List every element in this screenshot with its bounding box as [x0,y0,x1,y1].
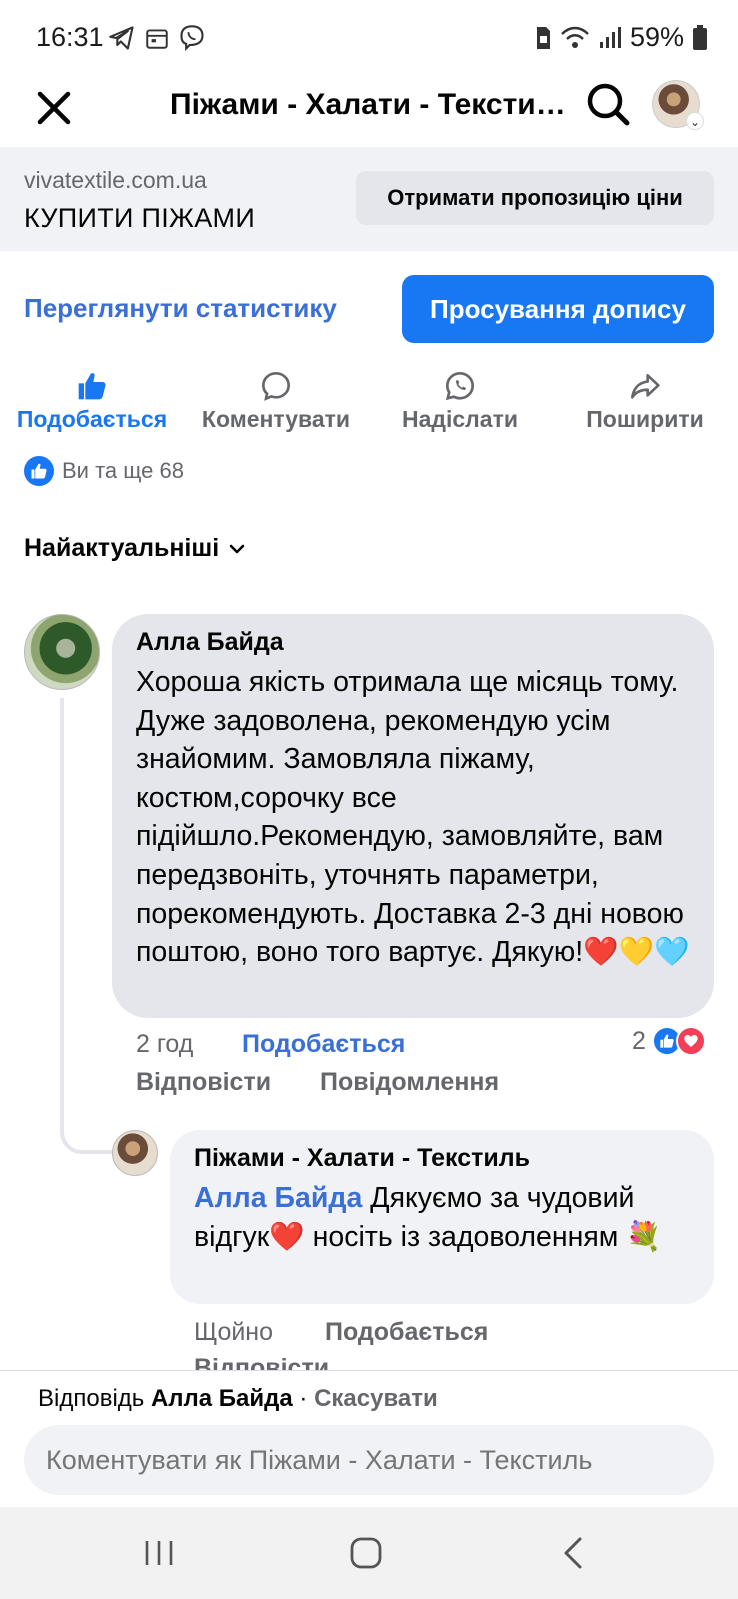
comment-sort-dropdown[interactable]: Найактуальніші [24,534,247,563]
comment-time: 2 год [136,1030,194,1058]
share-action-label: Поширити [586,406,704,432]
battery-percent: 59% [629,22,684,52]
back-button[interactable] [548,1531,598,1575]
close-icon [37,91,71,125]
comment-reply-button[interactable]: Відповісти [136,1068,271,1097]
comment-author[interactable]: Алла Байда [136,628,692,657]
comment-action-label: Коментувати [201,406,351,432]
comment-reactions[interactable]: 2 [632,1026,706,1056]
avatar[interactable] [24,614,100,690]
comment-action[interactable]: Коментувати [196,370,356,433]
cancel-reply-button[interactable]: Скасувати [314,1385,438,1412]
post-actions: Подобається Коментувати Надіслати Пошири… [0,370,738,440]
whatsapp-icon [445,371,475,401]
reply-bubble[interactable]: Піжами - Халати - Текстиль Алла Байда Дя… [170,1130,714,1304]
recent-apps-button[interactable] [134,1531,184,1575]
comment-bubble[interactable]: Алла Байда Хороша якість отримала ще міс… [112,614,714,1018]
comment-input[interactable] [24,1425,714,1495]
heart-emoji: ❤️ [269,1220,305,1253]
mention-link[interactable]: Алла Байда [194,1182,362,1214]
page-avatar[interactable] [112,1130,158,1176]
back-icon [564,1537,582,1569]
reaction-summary-text: Ви та ще 68 [62,458,184,483]
comment-like-button[interactable]: Подобається [242,1030,405,1059]
sort-label: Найактуальніші [24,534,220,562]
heart-emojis: ❤️💛🩵 [583,936,690,969]
reply-author[interactable]: Піжами - Халати - Текстиль [194,1144,692,1173]
recent-apps-icon [145,1541,173,1565]
sim-card-icon [536,26,550,49]
chevron-down-icon[interactable]: ⌄ [686,112,704,130]
boost-post-button[interactable]: Просування допису [402,275,714,343]
view-insights-link[interactable]: Переглянути статистику [24,293,337,324]
viber-icon [180,25,204,52]
comment-message-button[interactable]: Повідомлення [320,1068,499,1097]
bouquet-emoji: 💐 [626,1220,662,1253]
battery-icon [693,24,707,50]
reply-time: Щойно [194,1318,274,1346]
love-reaction-icon [675,1026,706,1056]
chevron-down-icon [229,544,245,553]
page-title: Піжами - Халати - Текстиль [170,88,570,121]
share-icon [631,374,660,399]
send-action[interactable]: Надіслати [394,370,526,433]
status-time: 16:31 [36,22,104,52]
reply-context: Відповідь Алла Байда · Скасувати [38,1385,438,1412]
share-action[interactable]: Поширити [578,370,712,433]
home-icon [350,1537,382,1569]
wifi-icon [561,26,589,48]
call-to-action-band[interactable]: vivatextile.com.ua КУПИТИ ПІЖАМИ Отримат… [0,147,738,251]
status-notification-icons [108,24,206,52]
status-right: 59% [534,22,708,53]
like-action-label: Подобається [16,406,168,432]
reply-text: Алла Байда Дякуємо за чудовий відгук❤️ н… [194,1182,662,1253]
comment-icon [261,371,291,401]
reply-to-name: Алла Байда [150,1385,293,1412]
send-action-label: Надіслати [402,406,518,432]
cta-domain: vivatextile.com.ua [24,167,207,193]
like-reaction-icon [24,456,54,486]
search-icon [587,83,630,126]
top-bar: Піжами - Халати - Текстиль ⌄ [0,78,738,146]
status-bar: 16:31 59% [0,0,738,78]
calendar-icon [146,29,168,49]
close-button[interactable] [32,86,76,130]
comment-composer: Відповідь Алла Байда · Скасувати [0,1370,738,1507]
get-quote-button[interactable]: Отримати пропозицію ціни [356,171,714,225]
cta-headline: КУПИТИ ПІЖАМИ [24,203,256,233]
reply-like-button[interactable]: Подобається [325,1318,488,1347]
thumbs-up-icon [78,373,106,400]
search-button[interactable] [584,80,632,128]
signal-icon [599,26,621,48]
reaction-summary[interactable]: Ви та ще 68 [24,456,184,486]
thread-connector [60,698,116,1154]
comment-text: Хороша якість отримала ще місяць тому. Д… [136,666,690,969]
reaction-count: 2 [632,1026,646,1055]
telegram-icon [109,26,134,50]
home-button[interactable] [341,1531,391,1575]
like-action[interactable]: Подобається [14,370,170,433]
system-navigation-bar [0,1507,738,1599]
